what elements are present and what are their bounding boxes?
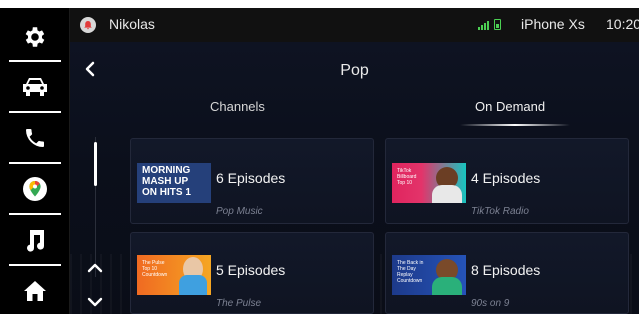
scroll-down-chevron-icon[interactable]: [87, 296, 103, 308]
episode-count: 8 Episodes: [471, 262, 541, 278]
dock: [0, 8, 69, 314]
maps-icon: [23, 176, 47, 201]
bell-icon: [84, 21, 92, 30]
dock-phone-button[interactable]: [9, 115, 61, 160]
episode-card-tiktok-radio[interactable]: TikTok Billboard Top 10 4 Episodes TikTo…: [385, 138, 629, 224]
dock-vehicle-button[interactable]: [9, 64, 61, 109]
phone-icon: [26, 128, 44, 147]
90s-on-9-artwork: The Back in The Day Replay Countdown: [392, 255, 466, 295]
home-icon: [24, 280, 46, 301]
artwork-text: MORNING: [142, 165, 191, 176]
user-name: Nikolas: [109, 16, 155, 32]
artist-photo: [179, 275, 207, 295]
signal-icon: [478, 21, 489, 30]
dock-maps-button[interactable]: [9, 166, 61, 211]
dock-divider: [9, 213, 61, 215]
artist-photo: [432, 185, 462, 203]
artwork-text: MASH UP: [142, 176, 189, 187]
episode-count: 6 Episodes: [216, 170, 286, 186]
scroll-up-chevron-icon[interactable]: [87, 262, 103, 274]
artwork-text: The Pulse Top 10 Countdown: [142, 260, 172, 278]
dock-divider: [9, 162, 61, 164]
status-bar: Nikolas iPhone Xs 10:20: [70, 8, 639, 42]
page-title: Pop: [340, 62, 369, 79]
battery-icon: [494, 19, 501, 30]
episode-card-pop-music[interactable]: MORNING MASH UP ON HITS 1 6 Episodes Pop…: [130, 138, 374, 224]
carplay-screen: Nikolas iPhone Xs 10:20 Pop Channels On …: [0, 8, 639, 314]
artwork-text: The Back in The Day Replay Countdown: [397, 260, 427, 284]
episode-card-the-pulse[interactable]: The Pulse Top 10 Countdown 5 Episodes Th…: [130, 232, 374, 314]
dock-divider: [9, 264, 61, 266]
artwork-text-line: TikTok Billboard: [397, 168, 417, 180]
main-content: Pop Channels On Demand MORNING MASH UP O…: [70, 42, 639, 314]
dock-settings-button[interactable]: [9, 14, 61, 59]
dock-music-button[interactable]: [9, 217, 61, 262]
tab-channels[interactable]: Channels: [210, 99, 265, 114]
tab-selected-indicator: [460, 124, 570, 126]
notification-bell-icon[interactable]: [80, 17, 96, 33]
tab-on-demand[interactable]: On Demand: [475, 99, 545, 114]
artwork-text-line: The Pulse Top 10: [142, 260, 165, 272]
dock-divider: [9, 111, 61, 113]
scroll-thumb[interactable]: [94, 142, 97, 186]
channel-name: Pop Music: [216, 206, 263, 217]
artwork-text-line: Top 10: [397, 180, 413, 186]
dock-divider: [9, 60, 61, 62]
episode-count: 4 Episodes: [471, 170, 541, 186]
episode-count: 5 Episodes: [216, 262, 286, 278]
the-pulse-artwork: The Pulse Top 10 Countdown: [137, 255, 211, 295]
artist-photo: [432, 277, 462, 295]
artwork-text: ON HITS 1: [142, 187, 191, 198]
connected-device: iPhone Xs: [521, 16, 585, 32]
tiktok-radio-artwork: TikTok Billboard Top 10: [392, 163, 466, 203]
car-icon: [23, 77, 47, 96]
morning-mash-up-artwork: MORNING MASH UP ON HITS 1: [137, 163, 211, 203]
gear-icon: [25, 26, 45, 47]
channel-name: The Pulse: [216, 298, 262, 309]
episode-card-90s-on-9[interactable]: The Back in The Day Replay Countdown 8 E…: [385, 232, 629, 314]
clock: 10:20: [606, 16, 639, 32]
channel-name: TikTok Radio: [471, 206, 529, 217]
artwork-text-line: Countdown: [142, 272, 168, 278]
artwork-text-line: Countdown: [397, 278, 423, 284]
music-note-icon: [27, 229, 45, 252]
dock-home-button[interactable]: [9, 268, 61, 313]
channel-name: 90s on 9: [471, 298, 510, 309]
artwork-text: TikTok Billboard Top 10: [397, 168, 427, 186]
artwork-text-line: The Day Replay: [397, 266, 416, 278]
